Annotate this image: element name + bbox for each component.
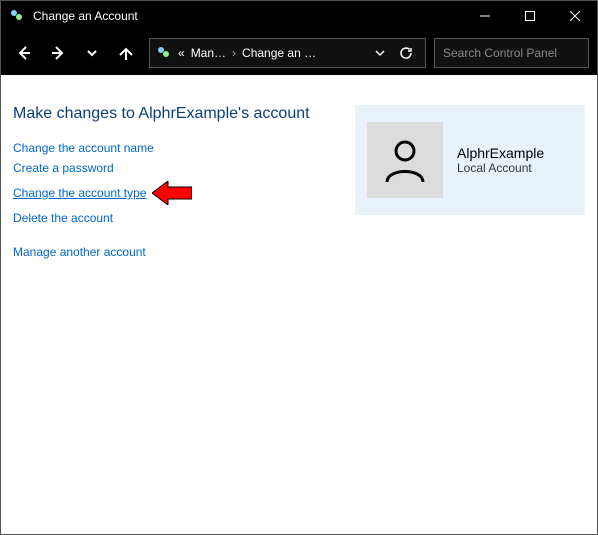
recent-dropdown-button[interactable] <box>77 38 107 68</box>
window-controls <box>462 1 597 31</box>
page-title: Make changes to AlphrExample's account <box>13 105 335 123</box>
account-name: AlphrExample <box>457 145 544 161</box>
forward-button[interactable] <box>43 38 73 68</box>
breadcrumb-seg-2[interactable]: Change an … <box>242 46 316 60</box>
change-account-type-link[interactable]: Change the account type <box>13 186 146 200</box>
action-list: Change the account name Create a passwor… <box>13 141 335 259</box>
account-card: AlphrExample Local Account <box>355 105 585 215</box>
red-arrow-icon <box>152 181 192 205</box>
window-title: Change an Account <box>33 9 462 23</box>
actions-column: Make changes to AlphrExample's account C… <box>13 105 335 522</box>
toolbar: « Man… › Change an … <box>1 31 597 75</box>
user-icon <box>381 136 429 184</box>
maximize-button[interactable] <box>507 1 552 31</box>
addressbar-icon <box>156 45 172 61</box>
breadcrumb-seg-1[interactable]: Man… <box>191 46 226 60</box>
breadcrumb-prefix[interactable]: « <box>178 46 185 60</box>
close-button[interactable] <box>552 1 597 31</box>
delete-account-link[interactable]: Delete the account <box>13 211 113 225</box>
chevron-right-icon: › <box>232 46 236 60</box>
refresh-button[interactable] <box>393 39 419 67</box>
up-button[interactable] <box>111 38 141 68</box>
search-input[interactable] <box>443 46 598 60</box>
account-type: Local Account <box>457 161 544 175</box>
manage-another-account-link[interactable]: Manage another account <box>13 245 146 259</box>
back-button[interactable] <box>9 38 39 68</box>
app-icon <box>9 8 25 24</box>
address-dropdown-button[interactable] <box>367 39 393 67</box>
account-column: AlphrExample Local Account <box>355 105 585 522</box>
minimize-button[interactable] <box>462 1 507 31</box>
address-bar[interactable]: « Man… › Change an … <box>149 38 426 68</box>
account-info: AlphrExample Local Account <box>457 145 544 175</box>
titlebar: Change an Account <box>1 1 597 31</box>
breadcrumb: « Man… › Change an … <box>178 46 367 60</box>
create-password-link[interactable]: Create a password <box>13 161 114 175</box>
change-account-name-link[interactable]: Change the account name <box>13 141 154 155</box>
avatar <box>367 122 443 198</box>
content-area: Make changes to AlphrExample's account C… <box>1 75 597 534</box>
search-bar[interactable] <box>434 38 589 68</box>
